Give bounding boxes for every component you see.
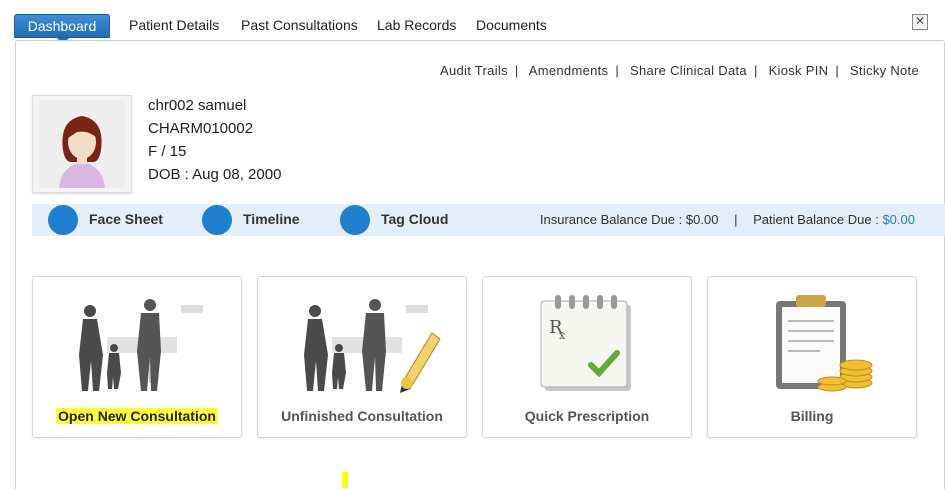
prescription-notepad-icon: R x <box>540 295 631 391</box>
patient-balance-value: $0.00 <box>882 212 915 227</box>
open-new-consultation-label: Open New Consultation <box>56 408 218 424</box>
patient-balance-label: Patient Balance Due : <box>753 212 879 227</box>
unfinished-consultation-icon <box>304 299 441 393</box>
unfinished-consultation-label: Unfinished Consultation <box>281 408 443 424</box>
quick-prescription-label: Quick Prescription <box>524 408 650 424</box>
balance-separator: | <box>734 212 738 227</box>
balances: Insurance Balance Due : $0.00 | Patient … <box>540 212 915 227</box>
tab-bar: Dashboard Patient Details Past Consultat… <box>0 0 945 44</box>
face-sheet-link[interactable]: Face Sheet <box>89 211 163 227</box>
patient-avatar <box>32 95 132 193</box>
close-icon[interactable]: ✕ <box>912 14 928 30</box>
tag-cloud-icon[interactable] <box>340 205 370 235</box>
tab-dashboard[interactable]: Dashboard <box>14 14 110 44</box>
top-links: Audit Trails | Amendments | Share Clinical… <box>439 63 919 78</box>
tag-cloud-link[interactable]: Tag Cloud <box>381 211 448 227</box>
link-kiosk-pin[interactable]: Kiosk PIN <box>769 63 829 78</box>
tab-patient-details[interactable]: Patient Details <box>129 15 219 35</box>
timeline-icon[interactable] <box>202 205 232 235</box>
tab-lab-records[interactable]: Lab Records <box>377 15 456 35</box>
link-amendments[interactable]: Amendments <box>529 63 609 78</box>
patient-name: chr002 samuel <box>148 97 247 114</box>
insurance-balance-value: $0.00 <box>685 212 719 227</box>
billing-card[interactable]: Billing <box>707 276 917 438</box>
consultation-family-icon <box>79 299 203 391</box>
patient-info: chr002 samuel CHARM010002 F / 15 DOB : A… <box>148 94 281 186</box>
svg-text:x: x <box>559 329 566 342</box>
tab-documents[interactable]: Documents <box>476 15 547 35</box>
billing-clipboard-icon <box>776 295 873 392</box>
patient-id: CHARM010002 <box>148 120 254 137</box>
face-sheet-icon[interactable] <box>48 205 78 235</box>
patient-dob: DOB : Aug 08, 2000 <box>148 166 282 183</box>
billing-label: Billing <box>790 408 834 424</box>
insurance-balance-label: Insurance Balance Due : <box>539 212 683 227</box>
link-audit-trails[interactable]: Audit Trails <box>440 63 508 78</box>
open-new-consultation-card[interactable]: Open New Consultation <box>32 276 242 438</box>
patient-sex-age: F / 15 <box>148 143 187 160</box>
link-share-clinical-data[interactable]: Share Clinical Data <box>630 63 747 78</box>
timeline-link[interactable]: Timeline <box>243 211 300 227</box>
quick-prescription-card[interactable]: R x Quick Prescription <box>482 276 692 438</box>
cursor-marker <box>342 472 348 488</box>
tab-past-consultations[interactable]: Past Consultations <box>241 15 358 35</box>
unfinished-consultation-card[interactable]: Unfinished Consultation <box>257 276 467 438</box>
link-sticky-note[interactable]: Sticky Note <box>850 63 919 78</box>
